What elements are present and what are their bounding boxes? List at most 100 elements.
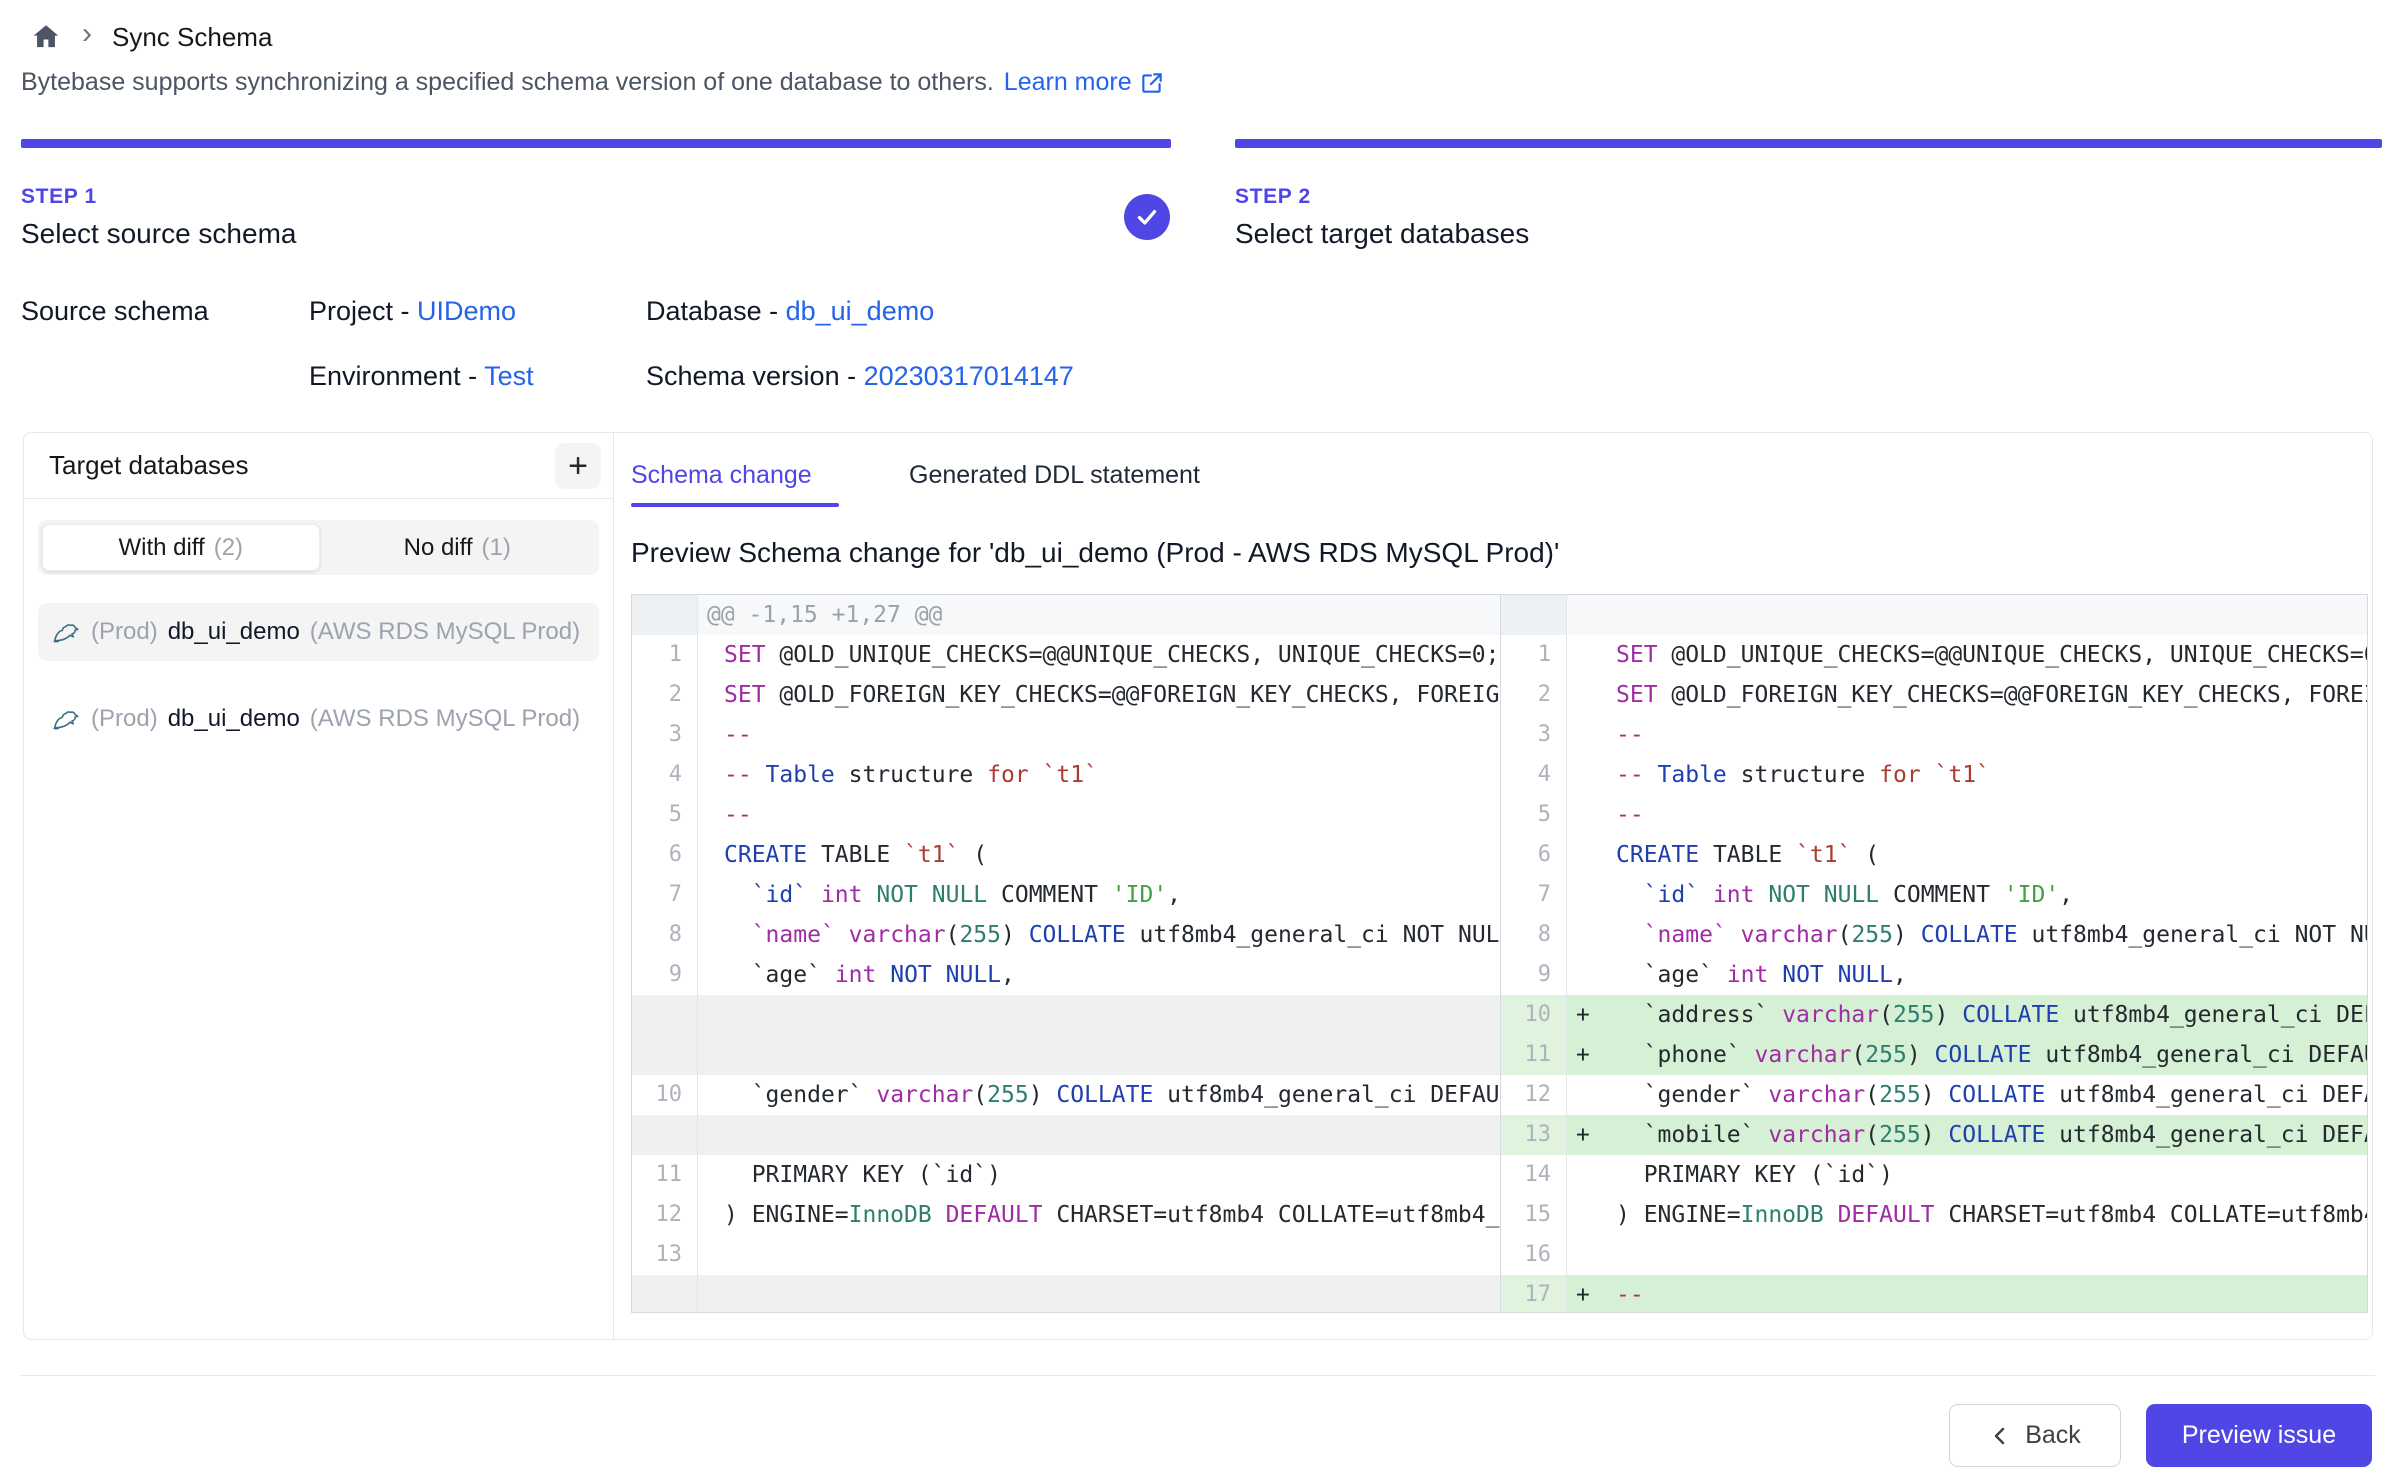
diff-row: 12 `gender` varchar(255) COLLATE utf8mb4… (1501, 1075, 2367, 1115)
diff-filler-row (632, 1275, 1500, 1312)
diff-row: 7 `id` int NOT NULL COMMENT 'ID', (1501, 875, 2367, 915)
project-link[interactable]: UIDemo (417, 296, 516, 326)
learn-more-link[interactable]: Learn more (1004, 68, 1165, 97)
diff-row: 15) ENGINE=InnoDB DEFAULT CHARSET=utf8mb… (1501, 1195, 2367, 1235)
line-number: 17 (1501, 1275, 1567, 1312)
target-databases-title: Target databases (49, 450, 248, 481)
database-list-item[interactable]: (Prod) db_ui_demo (AWS RDS MySQL Prod) (38, 603, 599, 661)
line-number: 13 (632, 1235, 698, 1275)
line-number (632, 1275, 698, 1312)
database-environment: (Prod) (91, 705, 158, 733)
diff-row: 12) ENGINE=InnoDB DEFAULT CHARSET=utf8mb… (632, 1195, 1500, 1235)
diff-filler-row (632, 1115, 1500, 1155)
diff-row: 7 `id` int NOT NULL COMMENT 'ID', (632, 875, 1500, 915)
code-line: CREATE TABLE `t1` ( (698, 835, 1500, 875)
step1: STEP 1 Select source schema (21, 185, 296, 250)
added-marker: + (1576, 1275, 1616, 1312)
preview-issue-button[interactable]: Preview issue (2146, 1404, 2372, 1467)
added-marker: + (1576, 1035, 1616, 1075)
line-number: 2 (1501, 675, 1567, 715)
code-line (698, 1035, 1500, 1075)
diff-row: 8 `name` varchar(255) COLLATE utf8mb4_ge… (1501, 915, 2367, 955)
step2-label: STEP 2 (1235, 185, 1529, 209)
line-number: 1 (1501, 635, 1567, 675)
source-schema-label: Source schema (21, 296, 209, 327)
database-list: (Prod) db_ui_demo (AWS RDS MySQL Prod) (… (38, 603, 599, 748)
step2-progress-bar (1235, 139, 2382, 148)
database-name: db_ui_demo (168, 618, 300, 646)
page-title: Sync Schema (112, 22, 272, 53)
line-number: 9 (632, 955, 698, 995)
line-number (632, 595, 698, 635)
diff-row: 14 PRIMARY KEY (`id`) (1501, 1155, 2367, 1195)
step1-progress-bar (21, 139, 1171, 148)
database-name: db_ui_demo (168, 705, 300, 733)
footer-divider (21, 1375, 2375, 1376)
code-line (698, 1115, 1500, 1155)
line-number: 11 (1501, 1035, 1567, 1075)
source-field-environment: Environment - Test (309, 361, 534, 392)
code-line: `id` int NOT NULL COMMENT 'ID', (1567, 875, 2367, 915)
tab-generated-ddl[interactable]: Generated DDL statement (909, 461, 1200, 490)
home-icon[interactable] (30, 21, 62, 53)
diff-row: 9 `age` int NOT NULL, (1501, 955, 2367, 995)
tab-label: With diff (118, 534, 204, 562)
database-instance: (AWS RDS MySQL Prod) (310, 618, 586, 646)
code-line: -- Table structure for `t1` (1567, 755, 2367, 795)
step1-label: STEP 1 (21, 185, 296, 209)
preview-title: Preview Schema change for 'db_ui_demo (P… (631, 537, 1559, 569)
database-list-item[interactable]: (Prod) db_ui_demo (AWS RDS MySQL Prod) (38, 690, 599, 748)
tab-count: (1) (482, 534, 511, 562)
step2: STEP 2 Select target databases (1235, 185, 1529, 250)
diff-row: 10 `gender` varchar(255) COLLATE utf8mb4… (632, 1075, 1500, 1115)
code-line: +-- (1567, 1275, 2367, 1312)
check-icon (1134, 204, 1160, 230)
learn-more-label: Learn more (1004, 68, 1132, 97)
line-number: 5 (632, 795, 698, 835)
code-line: SET @OLD_UNIQUE_CHECKS=@@UNIQUE_CHECKS, … (1567, 635, 2367, 675)
external-link-icon (1139, 70, 1165, 96)
field-label: Environment (309, 361, 461, 391)
code-line: `name` varchar(255) COLLATE utf8mb4_gene… (1567, 915, 2367, 955)
diff-row: 10+ `address` varchar(255) COLLATE utf8m… (1501, 995, 2367, 1035)
diff-row: 13 (632, 1235, 1500, 1275)
breadcrumb: › Sync Schema (30, 16, 272, 58)
line-number: 7 (1501, 875, 1567, 915)
add-database-button[interactable]: + (555, 443, 601, 489)
field-label: Schema version (646, 361, 840, 391)
database-link[interactable]: db_ui_demo (786, 296, 935, 326)
diff-row: 2SET @OLD_FOREIGN_KEY_CHECKS=@@FOREIGN_K… (1501, 675, 2367, 715)
line-number: 7 (632, 875, 698, 915)
diff-row: 4-- Table structure for `t1` (632, 755, 1500, 795)
schema-version-link[interactable]: 20230317014147 (864, 361, 1074, 391)
tab-with-diff[interactable]: With diff (2) (42, 524, 320, 571)
diff-filler-row (632, 995, 1500, 1035)
database-instance: (AWS RDS MySQL Prod) (310, 705, 586, 733)
line-number: 5 (1501, 795, 1567, 835)
field-separator: - (840, 361, 864, 391)
line-number: 12 (632, 1195, 698, 1235)
environment-link[interactable]: Test (484, 361, 534, 391)
code-line: + `address` varchar(255) COLLATE utf8mb4… (1567, 995, 2367, 1035)
back-button[interactable]: Back (1949, 1404, 2121, 1467)
target-databases-header: Target databases + (24, 433, 613, 499)
line-number: 2 (632, 675, 698, 715)
code-line: -- (698, 795, 1500, 835)
diff-row: 2SET @OLD_FOREIGN_KEY_CHECKS=@@FOREIGN_K… (632, 675, 1500, 715)
line-number: 15 (1501, 1195, 1567, 1235)
line-number: 8 (1501, 915, 1567, 955)
diff-pane-old: @@ -1,15 +1,27 @@1SET @OLD_UNIQUE_CHECKS… (632, 595, 1501, 1312)
line-number: 9 (1501, 955, 1567, 995)
diff-row: 1SET @OLD_UNIQUE_CHECKS=@@UNIQUE_CHECKS,… (632, 635, 1500, 675)
tab-no-diff[interactable]: No diff (1) (320, 524, 596, 571)
code-line: `gender` varchar(255) COLLATE utf8mb4_ge… (698, 1075, 1500, 1115)
tab-schema-change[interactable]: Schema change (631, 461, 812, 490)
source-field-schema-version: Schema version - 20230317014147 (646, 361, 1074, 392)
code-line: + `phone` varchar(255) COLLATE utf8mb4_g… (1567, 1035, 2367, 1075)
line-number: 16 (1501, 1235, 1567, 1275)
code-line (698, 1275, 1500, 1312)
schema-diff-viewer[interactable]: @@ -1,15 +1,27 @@1SET @OLD_UNIQUE_CHECKS… (631, 594, 2368, 1313)
diff-row: 11+ `phone` varchar(255) COLLATE utf8mb4… (1501, 1035, 2367, 1075)
back-label: Back (2025, 1421, 2081, 1450)
code-line: -- Table structure for `t1` (698, 755, 1500, 795)
